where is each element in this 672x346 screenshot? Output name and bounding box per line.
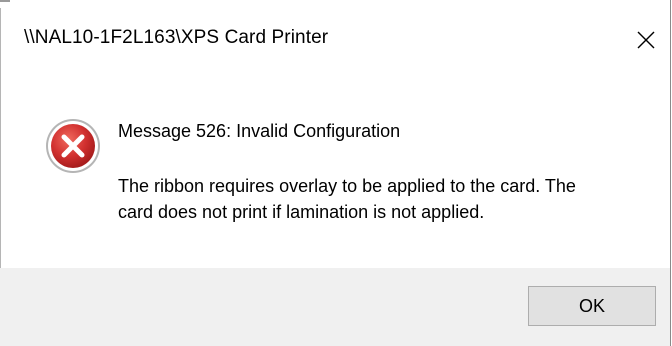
ok-button[interactable]: OK [528,286,656,326]
close-button[interactable] [626,20,666,60]
window-title: \\NAL10-1F2L163\XPS Card Printer [24,27,329,48]
close-icon [637,31,655,49]
error-dialog: \\NAL10-1F2L163\XPS Card Printer Message… [0,0,671,346]
title-bar[interactable]: \\NAL10-1F2L163\XPS Card Printer [0,0,670,80]
message-heading: Message 526: Invalid Configuration [118,121,401,141]
message-body: The ribbon requires overlay to be applie… [118,173,648,225]
message-body-line-1: The ribbon requires overlay to be applie… [118,176,576,196]
error-icon [44,117,102,175]
message-body-line-2: card does not print if lamination is not… [118,202,485,222]
